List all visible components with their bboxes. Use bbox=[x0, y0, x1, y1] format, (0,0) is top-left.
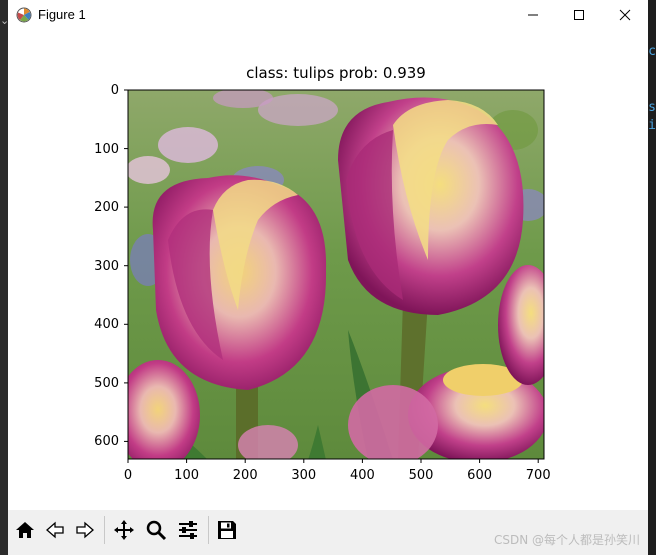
x-tick-label: 300 bbox=[291, 468, 316, 483]
toolbar-separator bbox=[104, 516, 105, 544]
pan-icon bbox=[114, 520, 134, 540]
y-tick-label: 400 bbox=[94, 317, 119, 332]
y-tick-label: 600 bbox=[94, 434, 119, 449]
axes[interactable]: 0 100 200 300 400 500 600 0 100 200 300 … bbox=[8, 30, 648, 510]
back-arrow-icon bbox=[46, 521, 64, 539]
x-tick-label: 700 bbox=[526, 468, 551, 483]
maximize-button[interactable] bbox=[556, 0, 602, 30]
maximize-icon bbox=[574, 10, 584, 20]
y-tick-label: 200 bbox=[94, 200, 119, 215]
x-tick-label: 500 bbox=[409, 468, 434, 483]
matplotlib-logo-icon bbox=[16, 7, 32, 23]
navigation-toolbar: CSDN @每个人都是孙笑川 bbox=[8, 510, 648, 555]
home-icon bbox=[16, 522, 34, 538]
zoom-button[interactable] bbox=[141, 515, 171, 545]
y-axis: 0 100 200 300 400 500 600 bbox=[94, 83, 128, 449]
tulip-image bbox=[128, 90, 544, 459]
y-tick-label: 300 bbox=[94, 259, 119, 274]
editor-char: c bbox=[648, 44, 656, 59]
close-button[interactable] bbox=[602, 0, 648, 30]
minimize-icon bbox=[528, 14, 538, 16]
x-tick-label: 400 bbox=[350, 468, 375, 483]
y-tick-label: 100 bbox=[94, 142, 119, 157]
background-editor-right-strip: c s i bbox=[648, 0, 656, 555]
editor-char: i bbox=[648, 118, 656, 133]
home-button[interactable] bbox=[10, 515, 40, 545]
back-button[interactable] bbox=[40, 515, 70, 545]
title-bar[interactable]: Figure 1 bbox=[8, 0, 648, 30]
x-tick-label: 200 bbox=[233, 468, 258, 483]
close-icon bbox=[619, 9, 631, 21]
minimize-button[interactable] bbox=[510, 0, 556, 30]
figure-window: Figure 1 class: tulips prob: 0.939 0 100… bbox=[8, 0, 648, 555]
chevron-icon: ⌄ bbox=[0, 14, 10, 27]
y-tick-label: 0 bbox=[111, 83, 119, 98]
forward-button[interactable] bbox=[70, 515, 100, 545]
x-axis: 0 100 200 300 400 500 600 700 bbox=[124, 459, 551, 483]
x-tick-label: 100 bbox=[174, 468, 199, 483]
background-editor-left-strip: ⌄ bbox=[0, 0, 10, 555]
x-tick-label: 0 bbox=[124, 468, 132, 483]
zoom-icon bbox=[146, 520, 167, 541]
forward-arrow-icon bbox=[76, 521, 94, 539]
x-tick-label: 600 bbox=[467, 468, 492, 483]
editor-char: s bbox=[648, 100, 656, 115]
save-icon bbox=[218, 521, 236, 539]
window-title: Figure 1 bbox=[38, 7, 86, 22]
configure-subplots-icon bbox=[179, 521, 197, 539]
configure-subplots-button[interactable] bbox=[173, 515, 203, 545]
toolbar-separator bbox=[208, 516, 209, 544]
save-button[interactable] bbox=[212, 515, 242, 545]
figure-canvas[interactable]: class: tulips prob: 0.939 0 100 200 300 … bbox=[8, 30, 648, 510]
pan-button[interactable] bbox=[109, 515, 139, 545]
y-tick-label: 500 bbox=[94, 376, 119, 391]
csdn-watermark: CSDN @每个人都是孙笑川 bbox=[493, 533, 640, 547]
